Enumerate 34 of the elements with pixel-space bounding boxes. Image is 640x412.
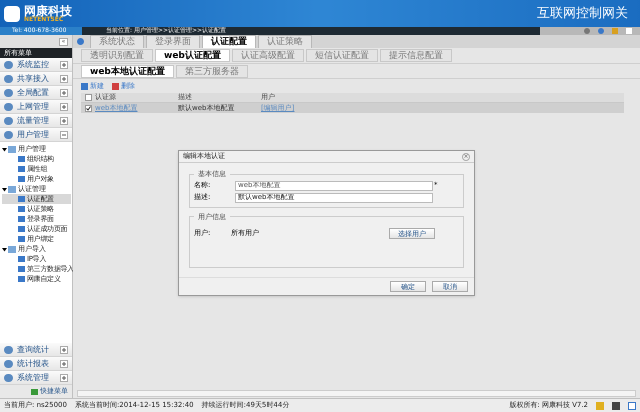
triangle-down-icon[interactable]: [2, 146, 7, 152]
refresh-icon: [77, 38, 84, 45]
expand-icon[interactable]: [60, 88, 68, 96]
expand-icon[interactable]: [60, 346, 68, 354]
tab[interactable]: web本地认证配置: [81, 64, 174, 78]
expand-icon[interactable]: [60, 374, 68, 382]
expand-icon[interactable]: [60, 102, 68, 110]
tab[interactable]: 登录界面: [146, 35, 200, 48]
expand-icon[interactable]: [60, 116, 68, 124]
tab[interactable]: 认证配置: [202, 35, 256, 48]
triangle-down-icon[interactable]: [2, 186, 7, 192]
tab[interactable]: 提示信息配置: [380, 49, 452, 62]
collapse-icon[interactable]: [60, 130, 68, 138]
tab[interactable]: 短信认证配置: [306, 49, 378, 62]
tab[interactable]: 认证高级配置: [232, 49, 304, 62]
horizontal-scrollbar[interactable]: [77, 390, 636, 397]
logo-text: 网康科技: [24, 4, 72, 16]
tab[interactable]: 认证策略: [258, 35, 312, 48]
checkbox[interactable]: [84, 94, 92, 101]
folder-icon: [8, 146, 16, 152]
tab[interactable]: 系统状态: [90, 35, 144, 48]
folder-icon: [8, 186, 16, 192]
tab[interactable]: 第三方服务器: [176, 64, 248, 78]
tab[interactable]: web认证配置: [155, 49, 230, 62]
tab[interactable]: 透明识别配置: [81, 49, 153, 62]
expand-icon[interactable]: [60, 60, 68, 68]
product-title: 互联网控制网关: [537, 4, 628, 23]
triangle-down-icon[interactable]: [2, 246, 7, 252]
expand-icon[interactable]: [60, 74, 68, 82]
logo-icon: [4, 6, 20, 22]
shortcut-icon: [31, 388, 38, 394]
checkbox[interactable]: [84, 104, 92, 112]
folder-icon: [8, 246, 16, 252]
expand-icon[interactable]: [60, 360, 68, 368]
